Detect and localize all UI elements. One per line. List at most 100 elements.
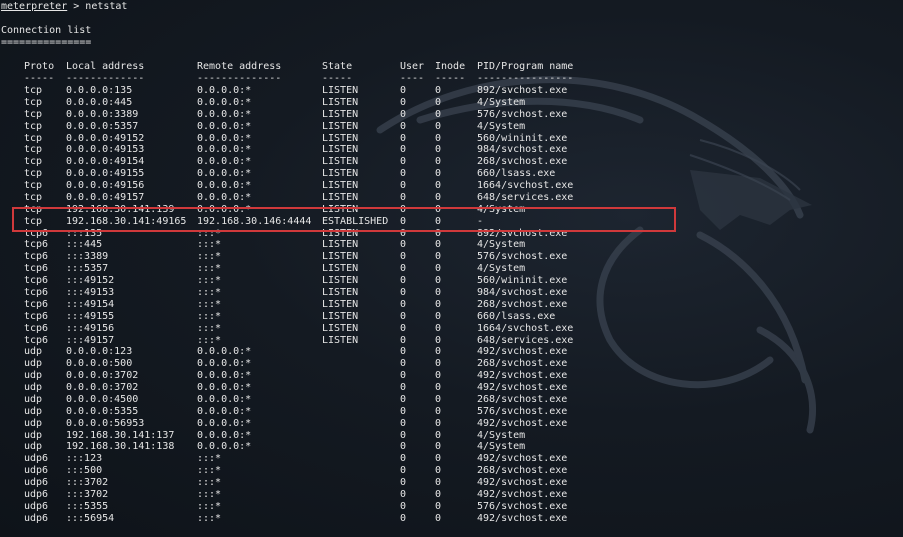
table-row: udp6:::5355:::* 0 0 576/svchost.exe	[0, 501, 903, 513]
table-row: tcp 0.0.0.0:445 0.0.0.0:* LISTEN 0 0 4/System	[0, 97, 903, 109]
cell-state: LISTEN	[322, 310, 359, 322]
prompt-label: meterpreter	[1, 1, 68, 12]
cell-local-address: :::56954	[66, 512, 115, 524]
header-remote-address: Remote address	[197, 61, 282, 72]
table-row: udp6:::56954:::* 0 0 492/svchost.exe	[0, 513, 903, 525]
table-header-row: Proto Local address Remote address State…	[0, 61, 903, 73]
cell-local-address: 0.0.0.0:135	[66, 85, 133, 96]
cell-proto: tcp	[24, 191, 43, 203]
cell-remote-address: :::*	[197, 298, 222, 310]
cell-user: 0	[400, 168, 407, 180]
cell-state: LISTEN	[322, 239, 359, 251]
cell-remote-address: 0.0.0.0:*	[197, 191, 252, 203]
cell-pid-program: 492/svchost.exe	[477, 417, 568, 429]
cell-inode: 0	[435, 500, 442, 512]
cell-proto: tcp6	[24, 310, 49, 322]
cell-remote-address: :::*	[197, 477, 222, 488]
cell-pid-program: 560/wininit.exe	[477, 132, 568, 144]
cell-remote-address: 0.0.0.0:*	[197, 168, 252, 180]
cell-proto: udp6	[24, 465, 49, 477]
cell-remote-address: :::*	[197, 251, 222, 263]
cell-user: 0	[400, 310, 407, 322]
prompt-line: meterpreter > netstat	[1, 1, 127, 13]
cell-pid-program: 984/svchost.exe	[477, 144, 568, 156]
cell-local-address: :::3702	[66, 488, 109, 500]
cell-local-address: 0.0.0.0:445	[66, 96, 133, 108]
cell-state: LISTEN	[322, 322, 359, 334]
cell-user: 0	[400, 275, 407, 287]
cell-proto: udp	[24, 346, 43, 358]
cell-inode: 0	[435, 156, 442, 168]
cell-user: 0	[400, 322, 407, 334]
cell-remote-address: :::*	[197, 500, 222, 512]
cell-local-address: 0.0.0.0:4500	[66, 393, 139, 405]
cell-state: LISTEN	[322, 298, 359, 310]
header-state: State	[322, 61, 353, 72]
cell-inode: 0	[435, 263, 442, 275]
header-pid-program: PID/Program name	[477, 61, 574, 72]
cell-proto: udp6	[24, 477, 49, 488]
cell-inode: 0	[435, 477, 442, 488]
cell-inode: 0	[435, 417, 442, 429]
table-row: tcp 0.0.0.0:3389 0.0.0.0:* LISTEN 0 0 576/svch…	[0, 109, 903, 121]
header-user: User	[400, 61, 425, 72]
cell-remote-address: 0.0.0.0:*	[197, 156, 252, 168]
cell-user: 0	[400, 417, 407, 429]
cell-remote-address: 0.0.0.0:*	[197, 108, 252, 120]
table-row: udp 0.0.0.0:123 0.0.0.0:* 0 0 492/svchost.exe	[0, 346, 903, 358]
cell-user: 0	[400, 382, 407, 393]
cell-inode: 0	[435, 96, 442, 108]
table-row: udp 0.0.0.0:5355 0.0.0.0:* 0 0 576/svchost.ex…	[0, 406, 903, 418]
table-row: tcp 0.0.0.0:5357 0.0.0.0:* LISTEN 0 0 4/System	[0, 121, 903, 133]
cell-inode: 0	[435, 120, 442, 132]
cell-proto: tcp6	[24, 322, 49, 334]
cell-pid-program: 560/wininit.exe	[477, 275, 568, 287]
cell-remote-address: 0.0.0.0:*	[197, 144, 252, 156]
cell-local-address: :::49154	[66, 298, 115, 310]
cell-pid-program: 492/svchost.exe	[477, 382, 568, 393]
cell-inode: 0	[435, 132, 442, 144]
cell-user: 0	[400, 477, 407, 488]
cell-local-address: 0.0.0.0:49152	[66, 132, 145, 144]
title-underline: ===============	[1, 37, 92, 48]
table-row: tcp6:::49154:::* LISTEN 0 0 268/svchost.exe	[0, 299, 903, 311]
cell-local-address: 0.0.0.0:49154	[66, 156, 145, 168]
table-row: tcp 0.0.0.0:49155 0.0.0.0:* LISTEN 0 0 660/lsa…	[0, 168, 903, 180]
cell-user: 0	[400, 393, 407, 405]
cell-proto: tcp6	[24, 334, 49, 346]
cell-inode: 0	[435, 108, 442, 120]
cell-inode: 0	[435, 310, 442, 322]
cell-state: LISTEN	[322, 156, 359, 168]
table-row: tcp6:::3389:::* LISTEN 0 0 576/svchost.exe	[0, 251, 903, 263]
established-connection-highlight	[12, 207, 676, 232]
cell-local-address: :::3389	[66, 251, 109, 263]
cell-pid-program: 492/svchost.exe	[477, 512, 568, 524]
cell-user: 0	[400, 453, 407, 465]
cell-pid-program: 268/svchost.exe	[477, 298, 568, 310]
cell-user: 0	[400, 488, 407, 500]
cell-local-address: 0.0.0.0:56953	[66, 417, 145, 429]
cell-local-address: 192.168.30.141:138	[66, 441, 175, 453]
cell-user: 0	[400, 405, 407, 417]
cell-pid-program: 648/services.exe	[477, 191, 574, 203]
table-row: tcp6:::5357:::* LISTEN 0 0 4/System	[0, 263, 903, 275]
cell-inode: 0	[435, 393, 442, 405]
cell-local-address: 0.0.0.0:3389	[66, 108, 139, 120]
cell-remote-address: 0.0.0.0:*	[197, 417, 252, 429]
cell-proto: tcp6	[24, 239, 49, 251]
cell-inode: 0	[435, 334, 442, 346]
cell-proto: tcp6	[24, 287, 49, 298]
table-row: tcp 0.0.0.0:135 0.0.0.0:* LISTEN 0 0 892/svcho…	[0, 85, 903, 97]
cell-inode: 0	[435, 465, 442, 477]
cell-pid-program: 492/svchost.exe	[477, 488, 568, 500]
table-row: tcp6:::445:::* LISTEN 0 0 4/System	[0, 239, 903, 251]
cell-inode: 0	[435, 358, 442, 370]
cell-pid-program: 492/svchost.exe	[477, 370, 568, 382]
cell-local-address: 0.0.0.0:3702	[66, 370, 139, 382]
dash-remote-address: --------------	[197, 73, 282, 84]
cell-pid-program: 4/System	[477, 429, 526, 441]
cell-inode: 0	[435, 512, 442, 524]
cell-inode: 0	[435, 322, 442, 334]
cell-user: 0	[400, 370, 407, 382]
cell-proto: udp	[24, 429, 43, 441]
